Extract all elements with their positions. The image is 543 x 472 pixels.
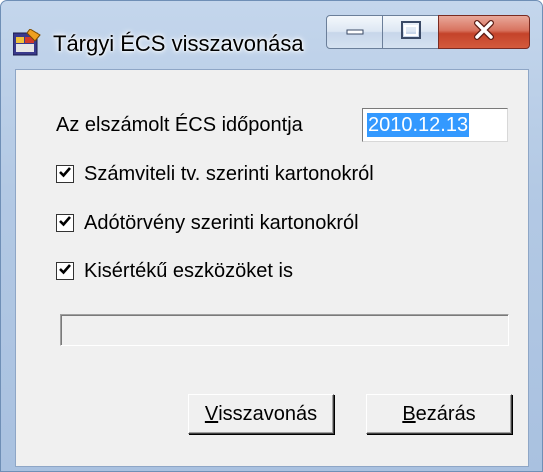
checkbox-row-accounting[interactable]: Számviteli tv. szerinti kartonokról [56,161,374,187]
close-button[interactable]: Bezárás [366,394,512,434]
minimize-button[interactable] [326,15,383,49]
dialog-content: Az elszámolt ÉCS időpontja 2010.12.13 Sz… [15,69,529,467]
accounting-checkbox[interactable] [56,165,74,183]
close-icon [472,19,496,46]
application-icon[interactable] [12,28,41,57]
checkbox-row-tax[interactable]: Adótörvény szerinti kartonokról [56,210,359,236]
window-title: Tárgyi ÉCS visszavonása [53,31,304,56]
close-label: ezárás [415,402,476,425]
dialog-window: Tárgyi ÉCS visszavonása Az elszámolt ÉCS… [0,0,543,472]
title-bar[interactable]: Tárgyi ÉCS visszavonása [1,1,542,69]
close-mnemonic: B [402,402,416,425]
tax-checkbox[interactable] [56,214,74,232]
date-input[interactable]: 2010.12.13 [362,108,508,142]
checkmark-icon [58,262,72,281]
checkmark-icon [58,165,72,184]
date-label: Az elszámolt ÉCS időpontja [56,114,303,136]
maximize-button[interactable] [382,15,439,49]
undo-label: isszavonás [218,402,318,425]
checkbox-row-low-value[interactable]: Kisértékű eszközöket is [56,258,293,284]
minimize-icon [345,23,365,41]
date-value: 2010.12.13 [367,113,470,137]
undo-mnemonic: V [204,402,219,425]
checkmark-icon [58,214,72,233]
undo-button[interactable]: Visszavonás [188,394,334,434]
checkbox-label: Számviteli tv. szerinti kartonokról [84,162,374,185]
progress-bar [60,314,509,346]
checkbox-label: Adótörvény szerinti kartonokról [84,211,359,234]
maximize-icon [400,20,422,45]
checkbox-label: Kisértékű eszközöket is [84,259,293,282]
low-value-assets-checkbox[interactable] [56,262,74,280]
close-window-button[interactable] [438,15,530,49]
